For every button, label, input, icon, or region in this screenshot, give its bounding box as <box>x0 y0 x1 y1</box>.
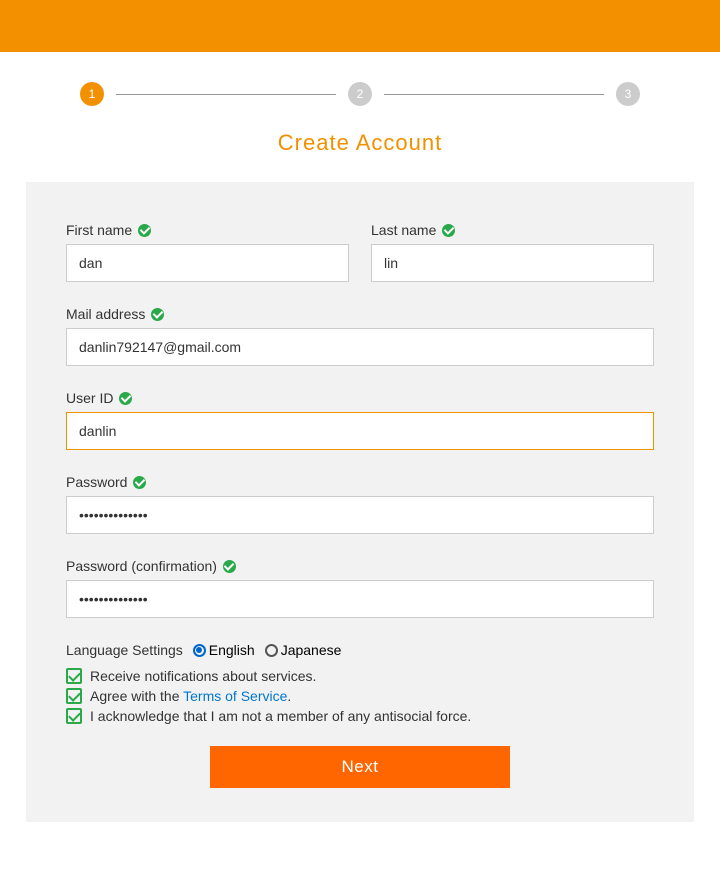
check-circle-icon <box>151 308 164 321</box>
stepper: 1 2 3 <box>80 82 640 106</box>
first-name-input[interactable] <box>66 244 349 282</box>
check-circle-icon <box>138 224 151 237</box>
tos-link[interactable]: Terms of Service <box>183 688 287 704</box>
checkbox-label: Receive notifications about services. <box>90 668 316 684</box>
language-english-radio[interactable]: English <box>193 642 255 658</box>
checkbox-checked-icon <box>66 688 82 704</box>
last-name-input[interactable] <box>371 244 654 282</box>
user-id-field: User ID <box>66 390 654 450</box>
password-confirm-label: Password (confirmation) <box>66 558 654 574</box>
first-name-label: First name <box>66 222 349 238</box>
step-line <box>384 94 604 95</box>
text: . <box>287 688 291 704</box>
check-circle-icon <box>133 476 146 489</box>
label-text: Password (confirmation) <box>66 558 217 574</box>
check-circle-icon <box>119 392 132 405</box>
label-text: User ID <box>66 390 113 406</box>
label-text: Last name <box>371 222 436 238</box>
top-bar <box>0 0 720 52</box>
mail-field: Mail address <box>66 306 654 366</box>
antisocial-checkbox-row[interactable]: I acknowledge that I am not a member of … <box>66 708 654 724</box>
form-card: First name Last name Mail address User I… <box>26 182 694 822</box>
text: Agree with the <box>90 688 183 704</box>
check-circle-icon <box>442 224 455 237</box>
step-2: 2 <box>348 82 372 106</box>
language-japanese-radio[interactable]: Japanese <box>265 642 342 658</box>
password-field: Password <box>66 474 654 534</box>
step-1: 1 <box>80 82 104 106</box>
label-text: Password <box>66 474 127 490</box>
mail-label: Mail address <box>66 306 654 322</box>
page-title: Create Account <box>0 130 720 156</box>
check-circle-icon <box>223 560 236 573</box>
checkbox-label: I acknowledge that I am not a member of … <box>90 708 471 724</box>
checkbox-checked-icon <box>66 668 82 684</box>
last-name-label: Last name <box>371 222 654 238</box>
language-row: Language Settings English Japanese <box>66 642 654 658</box>
user-id-label: User ID <box>66 390 654 406</box>
radio-on-icon <box>193 644 206 657</box>
password-confirm-input[interactable] <box>66 580 654 618</box>
label-text: First name <box>66 222 132 238</box>
checkbox-label: Agree with the Terms of Service. <box>90 688 291 704</box>
radio-off-icon <box>265 644 278 657</box>
step-line <box>116 94 336 95</box>
radio-label: Japanese <box>281 642 342 658</box>
user-id-input[interactable] <box>66 412 654 450</box>
checkbox-checked-icon <box>66 708 82 724</box>
last-name-field: Last name <box>371 222 654 282</box>
next-button[interactable]: Next <box>210 746 510 788</box>
password-label: Password <box>66 474 654 490</box>
notifications-checkbox-row[interactable]: Receive notifications about services. <box>66 668 654 684</box>
password-confirm-field: Password (confirmation) <box>66 558 654 618</box>
mail-input[interactable] <box>66 328 654 366</box>
radio-label: English <box>209 642 255 658</box>
language-label: Language Settings <box>66 642 183 658</box>
tos-checkbox-row[interactable]: Agree with the Terms of Service. <box>66 688 654 704</box>
label-text: Mail address <box>66 306 145 322</box>
password-input[interactable] <box>66 496 654 534</box>
step-3: 3 <box>616 82 640 106</box>
first-name-field: First name <box>66 222 349 282</box>
